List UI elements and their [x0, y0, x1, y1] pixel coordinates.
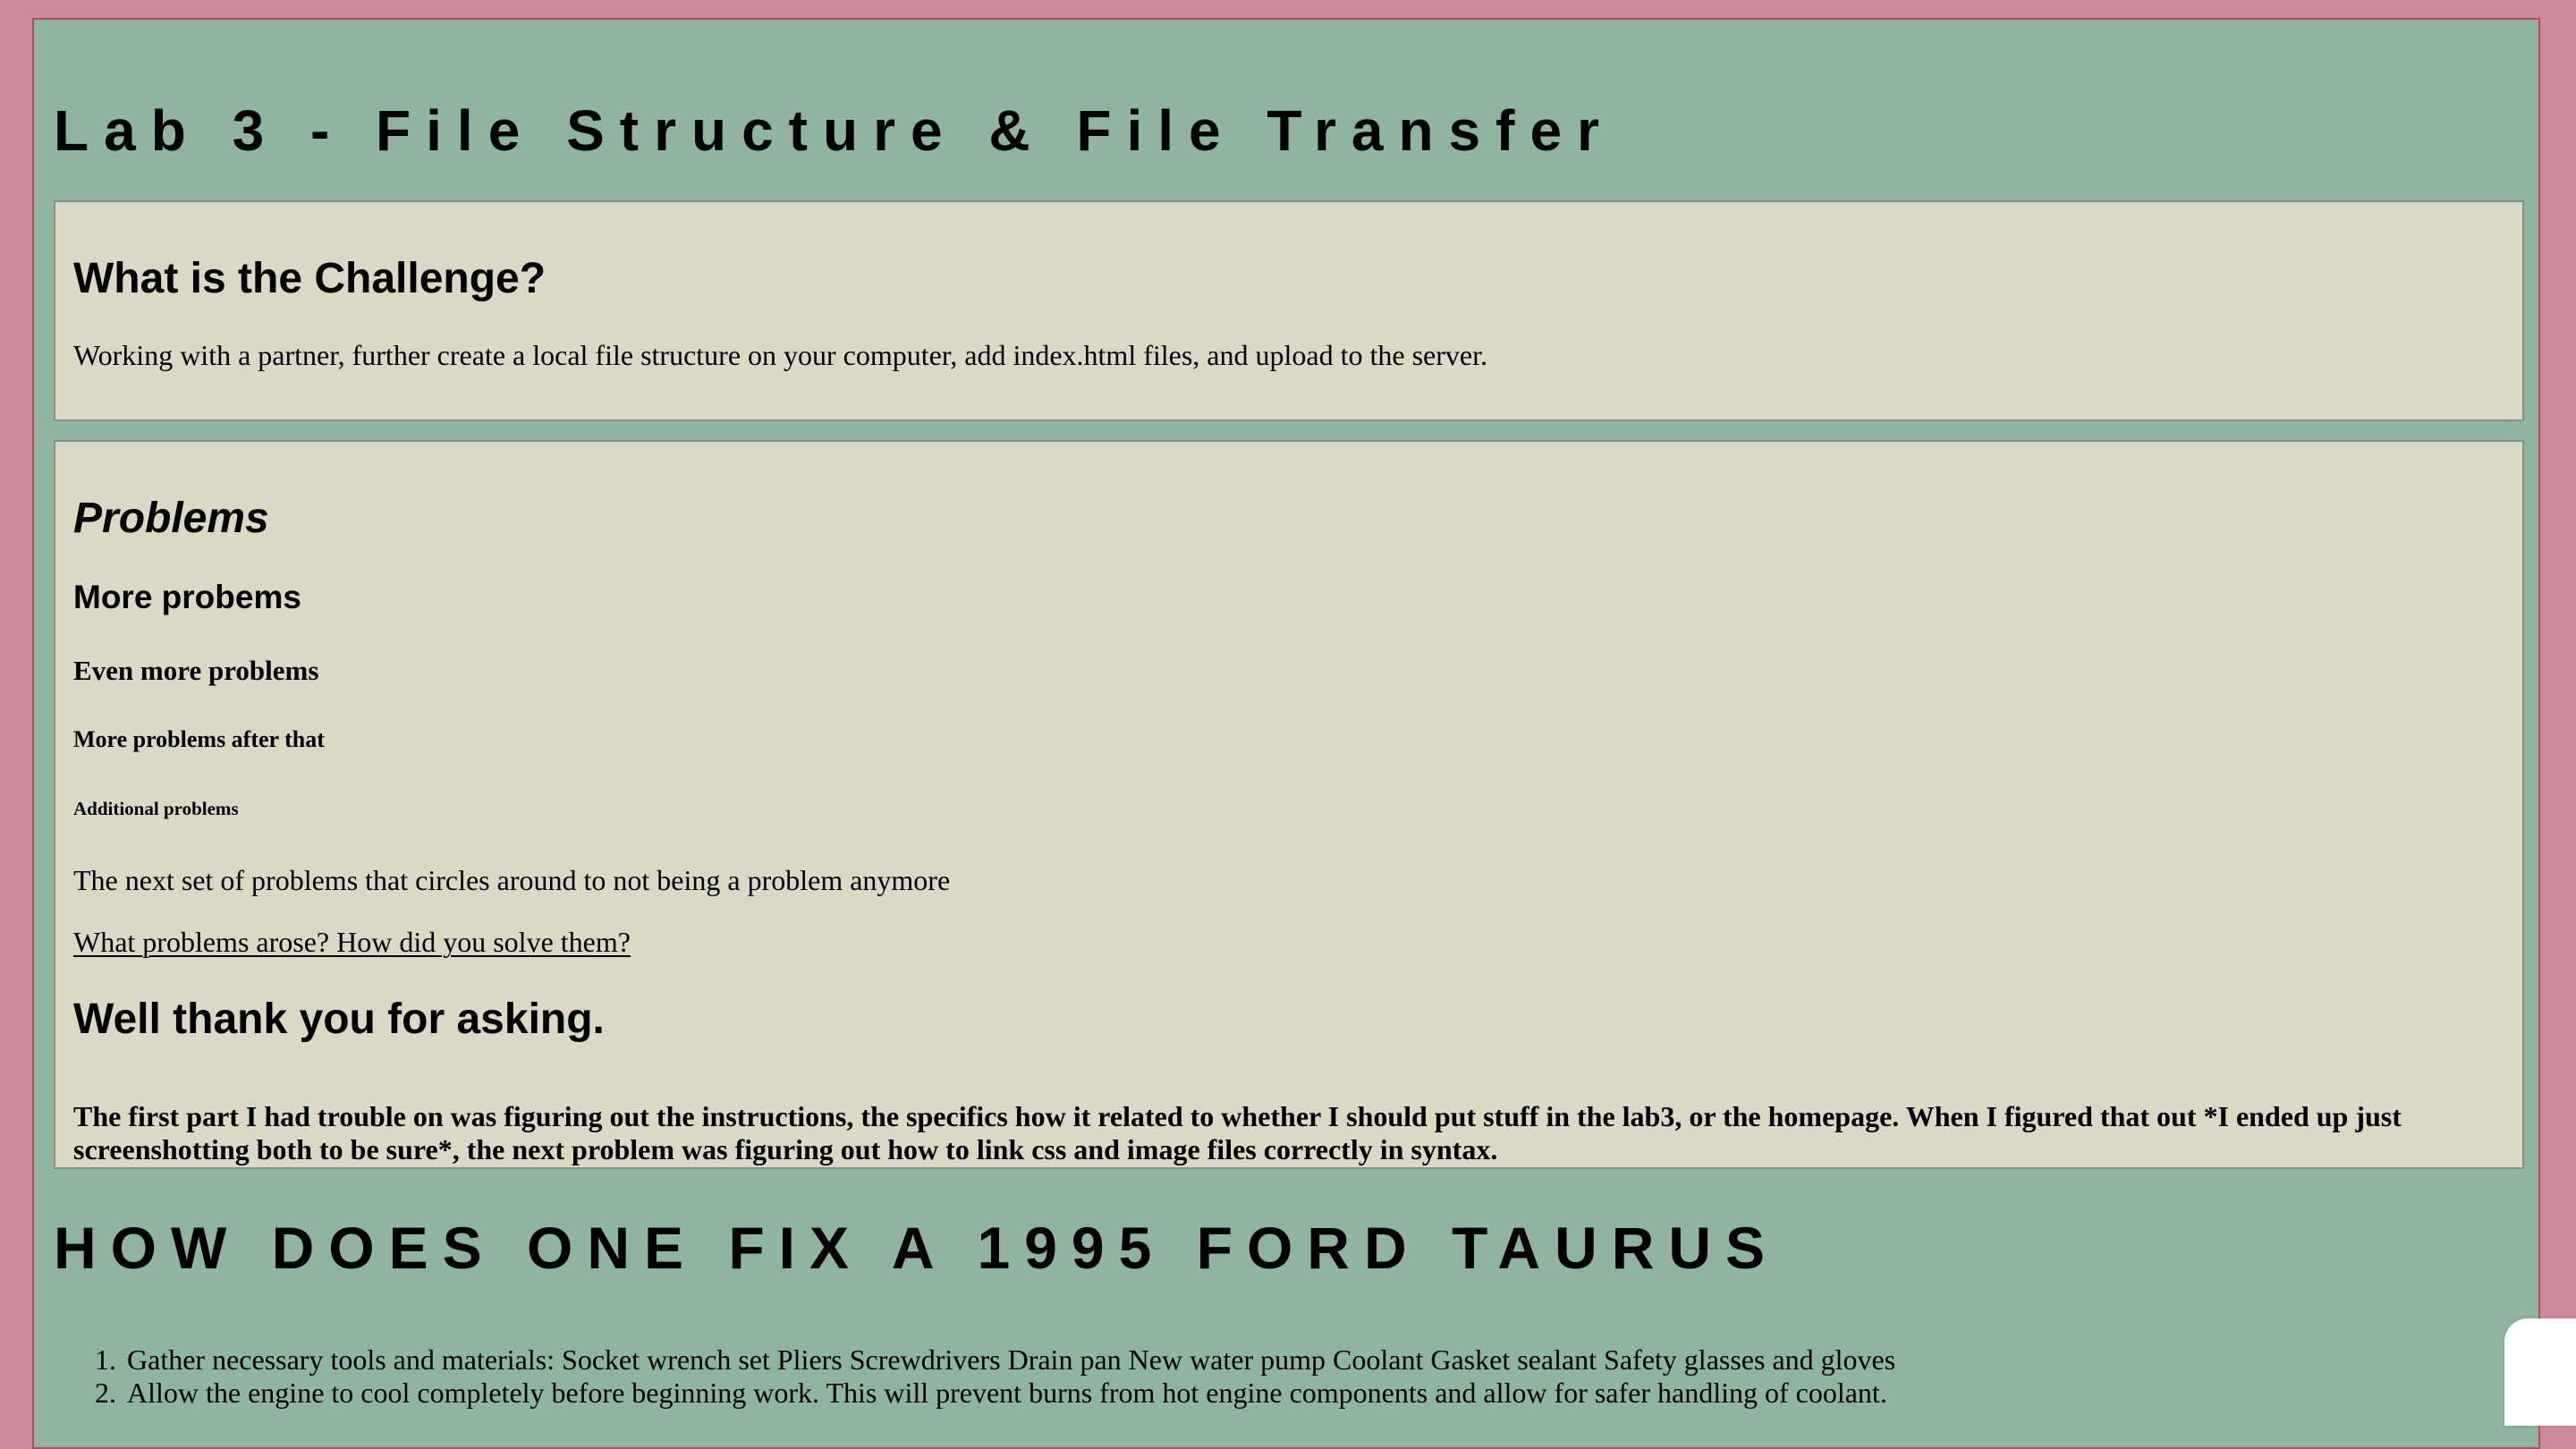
problems-link[interactable]: What problems arose? How did you solve t… [73, 926, 631, 959]
challenge-section: What is the Challenge? Working with a pa… [54, 200, 2524, 421]
additional-problems-heading: Additional problems [73, 798, 239, 819]
even-more-problems-heading: Even more problems [73, 655, 319, 686]
problems-heading: Problems [73, 495, 269, 542]
taurus-steps-list: Gather necessary tools and materials: So… [123, 1343, 1895, 1410]
page-title: Lab 3 - File Structure & File Transfer [54, 98, 1614, 163]
more-problems-heading: More probems [73, 579, 301, 615]
problems-section: Problems More probems Even more problems… [54, 440, 2524, 1169]
answer-text: The first part I had trouble on was figu… [73, 1100, 2402, 1165]
challenge-text: Working with a partner, further create a… [73, 339, 1487, 371]
corner-widget[interactable] [2504, 1318, 2576, 1426]
challenge-heading: What is the Challenge? [73, 255, 547, 302]
list-item: Gather necessary tools and materials: So… [123, 1343, 1895, 1377]
taurus-heading: HOW DOES ONE FIX A 1995 FORD TAURUS [54, 1215, 1780, 1281]
answer-heading: Well thank you for asking. [73, 996, 605, 1043]
page-container: Lab 3 - File Structure & File Transfer W… [32, 18, 2540, 1449]
problems-paragraph: The next set of problems that circles ar… [73, 864, 951, 896]
more-problems-after-heading: More problems after that [73, 726, 325, 752]
